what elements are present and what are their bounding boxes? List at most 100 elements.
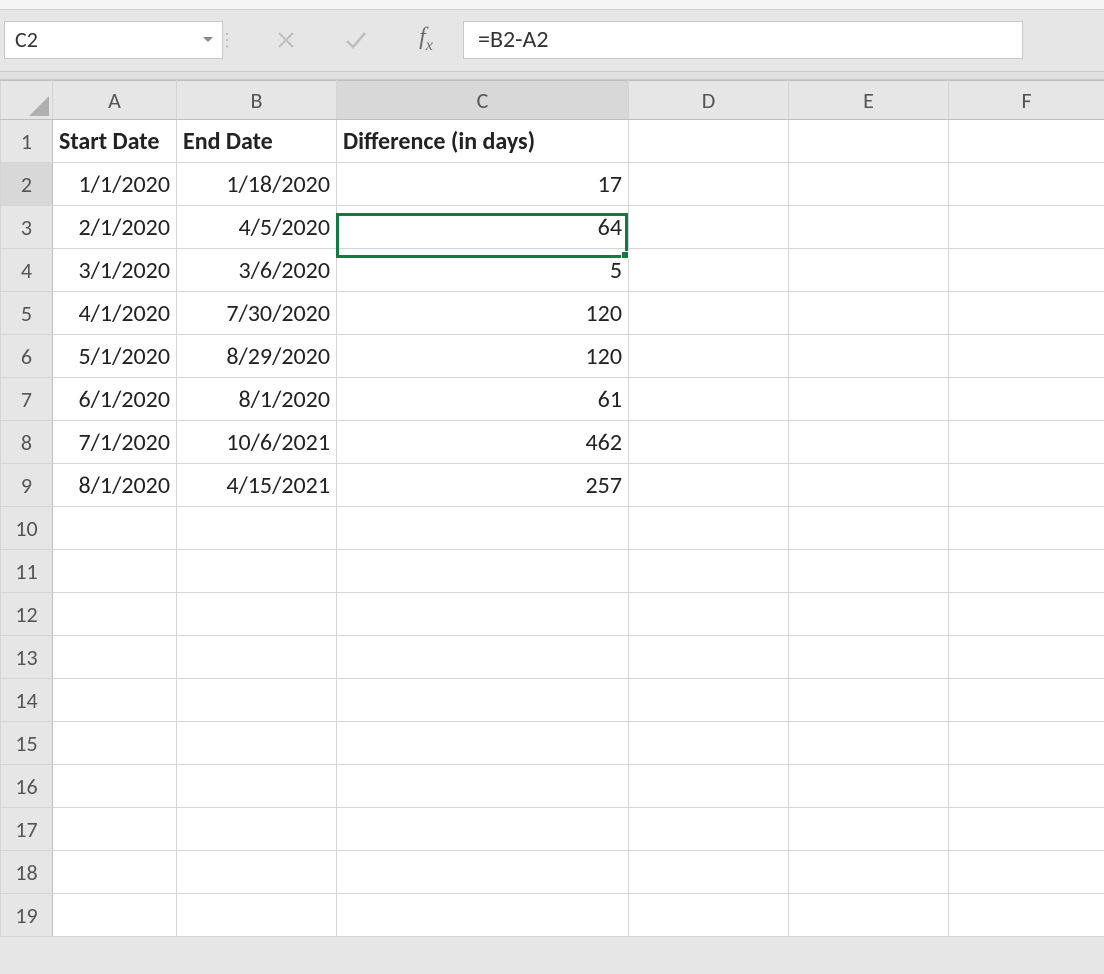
cell-F1[interactable] <box>949 120 1104 163</box>
cell-D17[interactable] <box>629 808 789 851</box>
cell-D13[interactable] <box>629 636 789 679</box>
row-header-18[interactable]: 18 <box>1 851 53 894</box>
cell-A1[interactable]: Start Date <box>53 120 177 163</box>
cell-E2[interactable] <box>789 163 949 206</box>
row-header-19[interactable]: 19 <box>1 894 53 937</box>
cell-D12[interactable] <box>629 593 789 636</box>
column-header-F[interactable]: F <box>949 81 1104 120</box>
cell-A3[interactable]: 2/1/2020 <box>53 206 177 249</box>
cell-E13[interactable] <box>789 636 949 679</box>
cell-B15[interactable] <box>177 722 337 765</box>
cell-D5[interactable] <box>629 292 789 335</box>
cell-B13[interactable] <box>177 636 337 679</box>
name-box[interactable]: C2 <box>4 21 223 59</box>
cell-C7[interactable]: 61 <box>337 378 629 421</box>
cell-F13[interactable] <box>949 636 1104 679</box>
cell-F11[interactable] <box>949 550 1104 593</box>
cell-D15[interactable] <box>629 722 789 765</box>
cell-E5[interactable] <box>789 292 949 335</box>
cell-F19[interactable] <box>949 894 1104 937</box>
cell-B4[interactable]: 3/6/2020 <box>177 249 337 292</box>
cell-D3[interactable] <box>629 206 789 249</box>
cell-C19[interactable] <box>337 894 629 937</box>
cell-A13[interactable] <box>53 636 177 679</box>
cell-C5[interactable]: 120 <box>337 292 629 335</box>
cell-B9[interactable]: 4/15/2021 <box>177 464 337 507</box>
cell-D1[interactable] <box>629 120 789 163</box>
cell-D7[interactable] <box>629 378 789 421</box>
cell-E6[interactable] <box>789 335 949 378</box>
cell-A14[interactable] <box>53 679 177 722</box>
spreadsheet-grid[interactable]: A B C D E F 1Start DateEnd DateDifferenc… <box>0 80 1104 937</box>
cell-C14[interactable] <box>337 679 629 722</box>
row-header-13[interactable]: 13 <box>1 636 53 679</box>
cell-F14[interactable] <box>949 679 1104 722</box>
cell-E17[interactable] <box>789 808 949 851</box>
cell-C13[interactable] <box>337 636 629 679</box>
cell-A11[interactable] <box>53 550 177 593</box>
cell-B1[interactable]: End Date <box>177 120 337 163</box>
row-header-7[interactable]: 7 <box>1 378 53 421</box>
row-header-14[interactable]: 14 <box>1 679 53 722</box>
cell-D9[interactable] <box>629 464 789 507</box>
row-header-17[interactable]: 17 <box>1 808 53 851</box>
cell-B17[interactable] <box>177 808 337 851</box>
cell-C18[interactable] <box>337 851 629 894</box>
cell-E18[interactable] <box>789 851 949 894</box>
cell-C11[interactable] <box>337 550 629 593</box>
cell-D11[interactable] <box>629 550 789 593</box>
cell-C15[interactable] <box>337 722 629 765</box>
cell-F5[interactable] <box>949 292 1104 335</box>
cell-F17[interactable] <box>949 808 1104 851</box>
cell-D10[interactable] <box>629 507 789 550</box>
cell-A2[interactable]: 1/1/2020 <box>53 163 177 206</box>
cell-F12[interactable] <box>949 593 1104 636</box>
cell-D16[interactable] <box>629 765 789 808</box>
cell-C12[interactable] <box>337 593 629 636</box>
cell-E12[interactable] <box>789 593 949 636</box>
cell-D6[interactable] <box>629 335 789 378</box>
cell-E9[interactable] <box>789 464 949 507</box>
cell-B6[interactable]: 8/29/2020 <box>177 335 337 378</box>
cell-B19[interactable] <box>177 894 337 937</box>
enter-icon[interactable] <box>321 21 391 59</box>
row-header-6[interactable]: 6 <box>1 335 53 378</box>
cell-E3[interactable] <box>789 206 949 249</box>
row-header-15[interactable]: 15 <box>1 722 53 765</box>
cell-F3[interactable] <box>949 206 1104 249</box>
cell-A8[interactable]: 7/1/2020 <box>53 421 177 464</box>
cell-B2[interactable]: 1/18/2020 <box>177 163 337 206</box>
cell-A19[interactable] <box>53 894 177 937</box>
cell-A16[interactable] <box>53 765 177 808</box>
cell-D19[interactable] <box>629 894 789 937</box>
cell-B7[interactable]: 8/1/2020 <box>177 378 337 421</box>
cell-A17[interactable] <box>53 808 177 851</box>
cell-A5[interactable]: 4/1/2020 <box>53 292 177 335</box>
cell-F9[interactable] <box>949 464 1104 507</box>
row-header-9[interactable]: 9 <box>1 464 53 507</box>
cell-C4[interactable]: 5 <box>337 249 629 292</box>
cell-D2[interactable] <box>629 163 789 206</box>
cell-B8[interactable]: 10/6/2021 <box>177 421 337 464</box>
cell-E8[interactable] <box>789 421 949 464</box>
row-header-3[interactable]: 3 <box>1 206 53 249</box>
formula-input[interactable]: =B2-A2 <box>463 21 1023 59</box>
cell-C2[interactable]: 17 <box>337 163 629 206</box>
column-header-E[interactable]: E <box>789 81 949 120</box>
row-header-11[interactable]: 11 <box>1 550 53 593</box>
row-header-8[interactable]: 8 <box>1 421 53 464</box>
cell-C16[interactable] <box>337 765 629 808</box>
cell-A12[interactable] <box>53 593 177 636</box>
row-header-2[interactable]: 2 <box>1 163 53 206</box>
cell-B14[interactable] <box>177 679 337 722</box>
cell-E10[interactable] <box>789 507 949 550</box>
row-header-5[interactable]: 5 <box>1 292 53 335</box>
cell-D8[interactable] <box>629 421 789 464</box>
cell-C6[interactable]: 120 <box>337 335 629 378</box>
cell-F10[interactable] <box>949 507 1104 550</box>
cell-A18[interactable] <box>53 851 177 894</box>
cell-E16[interactable] <box>789 765 949 808</box>
cell-F8[interactable] <box>949 421 1104 464</box>
column-header-A[interactable]: A <box>53 81 177 120</box>
cell-B3[interactable]: 4/5/2020 <box>177 206 337 249</box>
